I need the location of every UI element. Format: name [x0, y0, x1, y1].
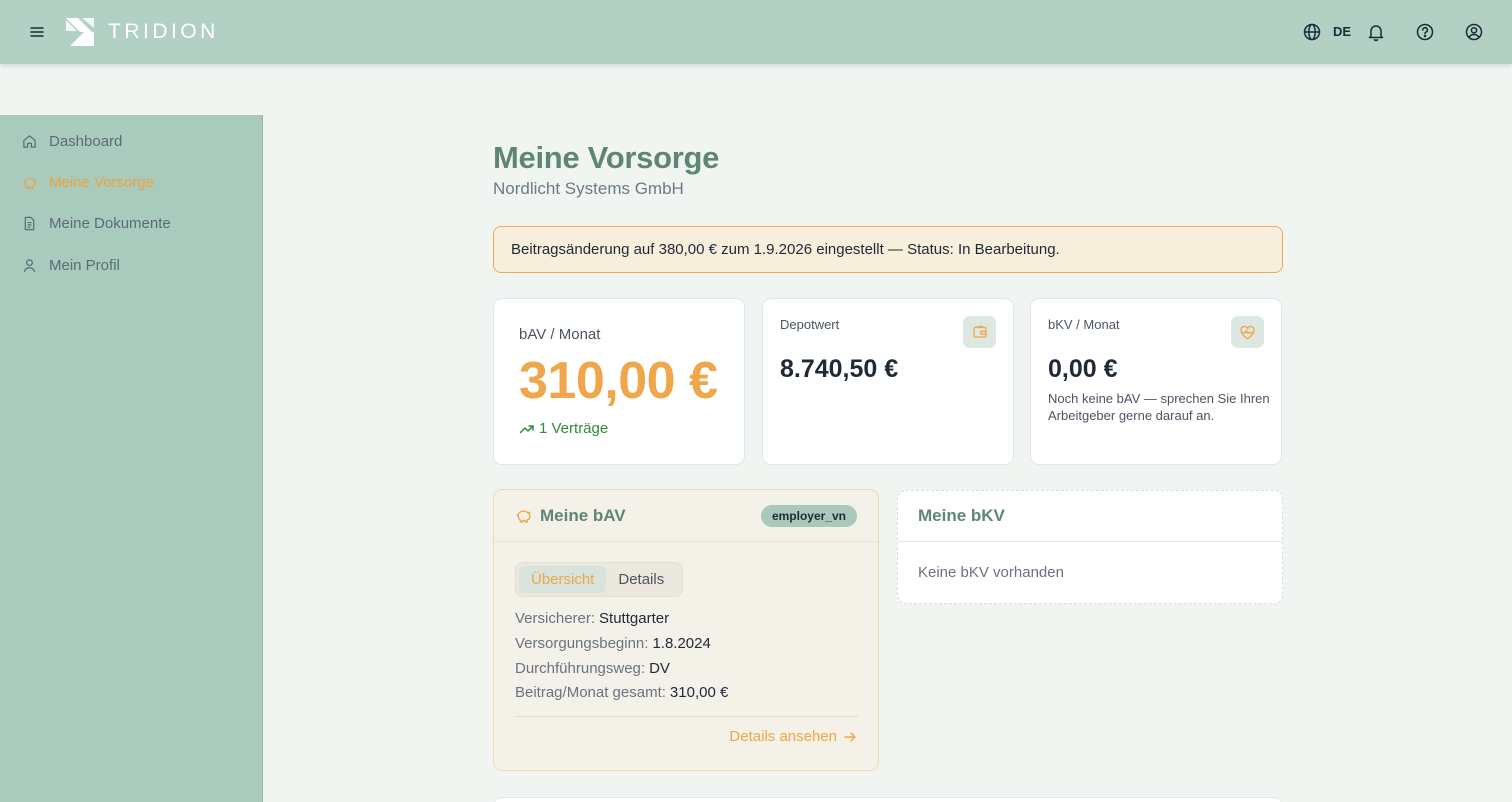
depot-value: 8.740,50 €	[780, 355, 899, 383]
notice-text: Beitragsänderung auf 380,00 € zum 1.9.20…	[511, 241, 1060, 258]
additional-card	[493, 797, 1283, 802]
help-icon[interactable]	[1415, 22, 1435, 42]
bkv-monthly-label: bKV / Monat	[1048, 317, 1120, 332]
bkv-monthly-value: 0,00 €	[1048, 355, 1118, 383]
info-key: Versicherer:	[515, 610, 596, 627]
depot-label: Depotwert	[780, 317, 840, 332]
sidebar: Dashboard Meine Vorsorge Meine Dokumente…	[0, 115, 263, 802]
bav-tabs: Übersicht Details	[515, 562, 683, 597]
heart-pulse-icon	[1231, 316, 1264, 348]
bav-monthly-value: 310,00 €	[519, 352, 718, 410]
bkv-panel-title: Meine bKV	[898, 491, 1282, 542]
piggy-bank-icon	[516, 510, 531, 523]
page-subtitle: Nordlicht Systems GmbH	[493, 179, 684, 198]
bell-icon[interactable]	[1366, 22, 1386, 42]
info-value: DV	[649, 660, 670, 677]
user-icon[interactable]	[1464, 22, 1484, 42]
bav-panel-header: Meine bAV employer_vn	[494, 490, 878, 542]
bav-panel-title: Meine bAV	[540, 505, 626, 525]
bav-trend-text: 1 Verträge	[539, 420, 609, 437]
bav-panel: Meine bAV employer_vn Übersicht Details …	[493, 489, 879, 771]
sidebar-item-label: Mein Profil	[49, 256, 120, 274]
details-link-label: Details ansehen	[729, 728, 837, 745]
bkv-monthly-card: bKV / Monat 0,00 € Noch keine bAV — spre…	[1030, 298, 1282, 465]
user-icon	[23, 258, 36, 272]
home-icon	[23, 134, 36, 148]
sidebar-item-meine-vorsorge[interactable]: Meine Vorsorge	[0, 164, 263, 200]
sidebar-item-meine-dokumente[interactable]: Meine Dokumente	[0, 205, 263, 241]
info-value: 310,00 €	[669, 684, 729, 701]
sidebar-item-label: Meine Dokumente	[49, 214, 171, 232]
arrow-right-icon	[844, 731, 856, 742]
sidebar-item-mein-profil[interactable]: Mein Profil	[0, 247, 263, 283]
document-icon	[24, 216, 35, 230]
sidebar-item-label: Dashboard	[49, 132, 123, 150]
language-selector[interactable]: DE	[1333, 24, 1351, 39]
info-key: Beitrag/Monat gesamt:	[515, 684, 666, 701]
bav-monthly-card: bAV / Monat 310,00 € 1 Verträge	[493, 298, 745, 465]
bkv-panel: Meine bKV Keine bKV vorhanden	[897, 490, 1283, 604]
divider	[515, 716, 858, 717]
bkv-monthly-note: Noch keine bAV — sprechen Sie Ihren Arbe…	[1048, 391, 1270, 423]
globe-icon[interactable]	[1302, 22, 1322, 42]
info-key: Versorgungsbeginn:	[515, 635, 649, 652]
info-value: Stuttgarter	[599, 610, 670, 627]
brand-name: TRIDION	[108, 20, 219, 43]
trending-up-icon	[519, 424, 534, 433]
info-value: 1.8.2024	[652, 635, 711, 652]
details-link[interactable]: Details ansehen	[729, 728, 857, 745]
piggy-bank-icon	[23, 177, 36, 189]
top-header: TRIDION DE	[0, 0, 1512, 64]
status-notice: Beitragsänderung auf 380,00 € zum 1.9.20…	[493, 226, 1283, 273]
depot-value-card: Depotwert 8.740,50 €	[762, 298, 1014, 465]
bav-monthly-label: bAV / Monat	[519, 326, 601, 343]
status-badge: employer_vn	[760, 505, 857, 527]
page-title: Meine Vorsorge	[493, 140, 720, 175]
bkv-empty-state: Keine bKV vorhanden	[918, 564, 1064, 581]
wallet-icon	[963, 316, 996, 348]
info-row-versicherer: Versicherer: Stuttgarter	[515, 610, 669, 627]
info-key: Durchführungsweg:	[515, 660, 646, 677]
sidebar-item-label: Meine Vorsorge	[49, 173, 155, 191]
tab-details[interactable]: Details	[606, 566, 676, 593]
info-row-versorgungsbeginn: Versorgungsbeginn: 1.8.2024	[515, 635, 711, 652]
bav-trend: 1 Verträge	[519, 420, 608, 437]
info-row-durchfuehrungsweg: Durchführungsweg: DV	[515, 660, 670, 677]
info-row-beitrag: Beitrag/Monat gesamt: 310,00 €	[515, 684, 728, 701]
tridion-logo-icon	[66, 18, 94, 46]
tab-uebersicht[interactable]: Übersicht	[519, 566, 607, 593]
sidebar-item-dashboard[interactable]: Dashboard	[0, 123, 263, 159]
brand-logo[interactable]: TRIDION	[66, 18, 219, 46]
menu-icon[interactable]	[26, 21, 48, 43]
